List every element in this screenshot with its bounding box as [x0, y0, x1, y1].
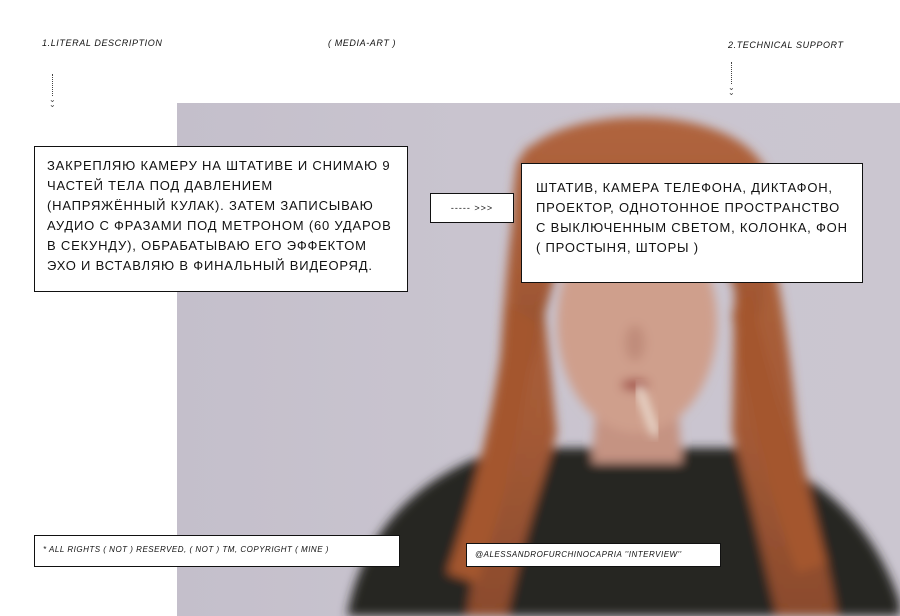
dashed-down-arrow-icon: ⌄ ⌄ [727, 62, 737, 98]
header-label-technical-support: 2.TECHNICAL SUPPORT [728, 40, 844, 50]
dashed-down-arrow-icon: ⌄ ⌄ [48, 74, 58, 110]
technical-support-text: ШТАТИВ, КАМЕРА ТЕЛЕФОНА, ДИКТАФОН, ПРОЕК… [536, 180, 848, 255]
photo-credit-text: @ALESSANDROFURCHINOCAPRIA ''INTERVIEW'' [475, 550, 682, 559]
connector-arrow-text: ----- >>> [450, 203, 494, 213]
header-label-media-art: ( MEDIA-ART ) [328, 38, 397, 48]
literal-description-box: ЗАКРЕПЛЯЮ КАМЕРУ НА ШТАТИВЕ И СНИМАЮ 9 Ч… [34, 146, 408, 292]
header-label-literal-description: 1.LITERAL DESCRIPTION [42, 38, 163, 48]
copyright-text: * ALL RIGHTS ( NOT ) RESERVED, ( NOT ) T… [43, 545, 329, 554]
copyright-notice: * ALL RIGHTS ( NOT ) RESERVED, ( NOT ) T… [34, 535, 400, 567]
photo-credit: @ALESSANDROFURCHINOCAPRIA ''INTERVIEW'' [466, 543, 721, 567]
literal-description-text: ЗАКРЕПЛЯЮ КАМЕРУ НА ШТАТИВЕ И СНИМАЮ 9 Ч… [47, 158, 392, 273]
connector-arrow-box: ----- >>> [430, 193, 514, 223]
technical-support-box: ШТАТИВ, КАМЕРА ТЕЛЕФОНА, ДИКТАФОН, ПРОЕК… [521, 163, 863, 283]
